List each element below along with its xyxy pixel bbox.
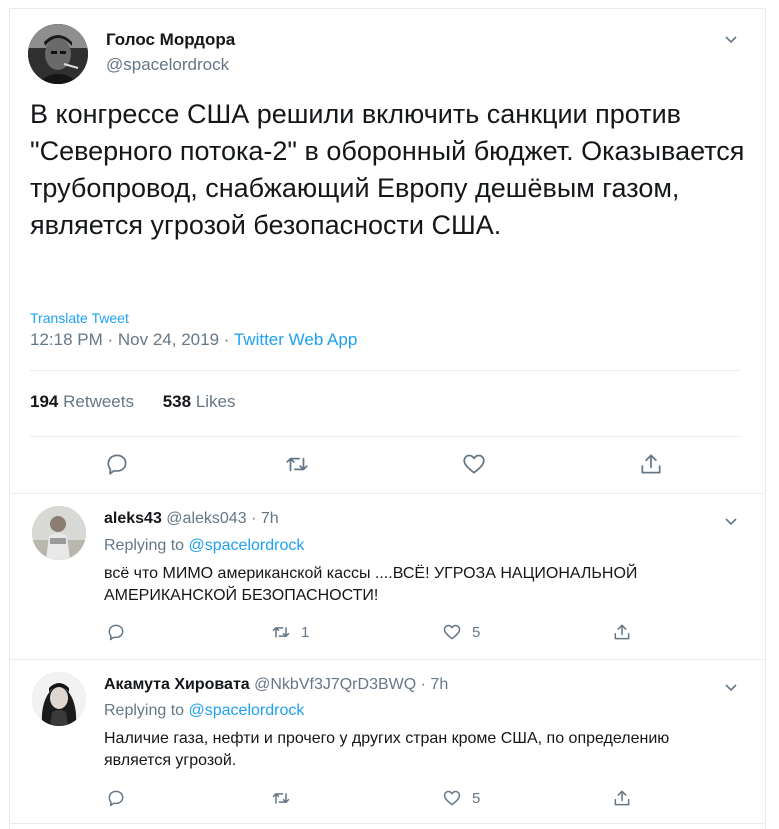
heart-icon[interactable]	[461, 451, 487, 477]
avatar[interactable]	[32, 506, 86, 560]
reply-author-name[interactable]: aleks43	[104, 510, 162, 527]
replying-to-link[interactable]: @spacelordrock	[189, 702, 305, 719]
share-icon[interactable]	[638, 451, 664, 477]
chevron-down-icon[interactable]	[722, 678, 740, 696]
retweets-stat[interactable]: 194 Retweets	[30, 392, 134, 411]
reply-icon[interactable]	[106, 788, 126, 808]
divider	[30, 436, 740, 437]
tweet-text: В конгрессе США решили включить санкции …	[30, 99, 745, 240]
reply-icon[interactable]	[106, 622, 126, 642]
divider	[30, 370, 740, 371]
like-button[interactable]: 5	[442, 788, 480, 808]
tweet-time[interactable]: 12:18 PM	[30, 330, 103, 349]
reply-header: aleks43 @aleks043 · 7h	[104, 510, 279, 527]
author-name[interactable]: Голос Мордора	[106, 30, 235, 50]
separator	[9, 823, 766, 824]
replying-to: Replying to @spacelordrock	[104, 537, 305, 554]
tweet-date[interactable]: Nov 24, 2019	[118, 330, 219, 349]
likes-stat[interactable]: 538 Likes	[163, 392, 236, 411]
reply-author-handle[interactable]: @aleks043	[166, 510, 246, 527]
chevron-down-icon[interactable]	[722, 30, 740, 48]
separator	[9, 659, 766, 660]
reply-text: Наличие газа, нефти и прочего у других с…	[104, 730, 670, 769]
replying-to-link[interactable]: @spacelordrock	[189, 537, 305, 554]
like-count: 5	[472, 789, 481, 807]
heart-icon	[443, 790, 461, 806]
tweet-timestamp: 12:18 PM · Nov 24, 2019 · Twitter Web Ap…	[30, 330, 358, 349]
reply-author-handle[interactable]: @NkbVf3J7QrD3BWQ	[254, 676, 416, 693]
reply-author-name[interactable]: Акамута Хировата	[104, 676, 250, 693]
reply-time[interactable]: 7h	[430, 676, 448, 693]
author-handle[interactable]: @spacelordrock	[106, 55, 229, 75]
retweet-count: 1	[301, 623, 310, 641]
retweet-button[interactable]: 1	[271, 622, 309, 642]
separator	[9, 493, 766, 494]
like-count: 5	[472, 623, 481, 641]
like-button[interactable]: 5	[442, 622, 480, 642]
heart-icon	[443, 624, 461, 640]
author-avatar[interactable]	[28, 24, 88, 84]
replying-to: Replying to @spacelordrock	[104, 702, 305, 719]
retweet-button[interactable]	[271, 788, 301, 808]
tweet-stats: 194 Retweets 538 Likes	[30, 392, 236, 412]
reply-text: всё что МИМО американской кассы ....ВСЁ!…	[104, 565, 638, 604]
share-icon[interactable]	[612, 788, 632, 808]
retweet-icon	[272, 627, 290, 638]
translate-tweet-link[interactable]: Translate Tweet	[30, 310, 129, 326]
retweet-icon[interactable]	[284, 451, 310, 477]
chevron-down-icon[interactable]	[722, 512, 740, 530]
retweet-icon	[272, 793, 290, 804]
reply-time[interactable]: 7h	[261, 510, 279, 527]
share-icon[interactable]	[612, 622, 632, 642]
tweet-source[interactable]: Twitter Web App	[234, 330, 357, 349]
avatar[interactable]	[32, 672, 86, 726]
reply-icon[interactable]	[104, 451, 130, 477]
reply-header: Акамута Хировата @NkbVf3J7QrD3BWQ · 7h	[104, 676, 449, 693]
